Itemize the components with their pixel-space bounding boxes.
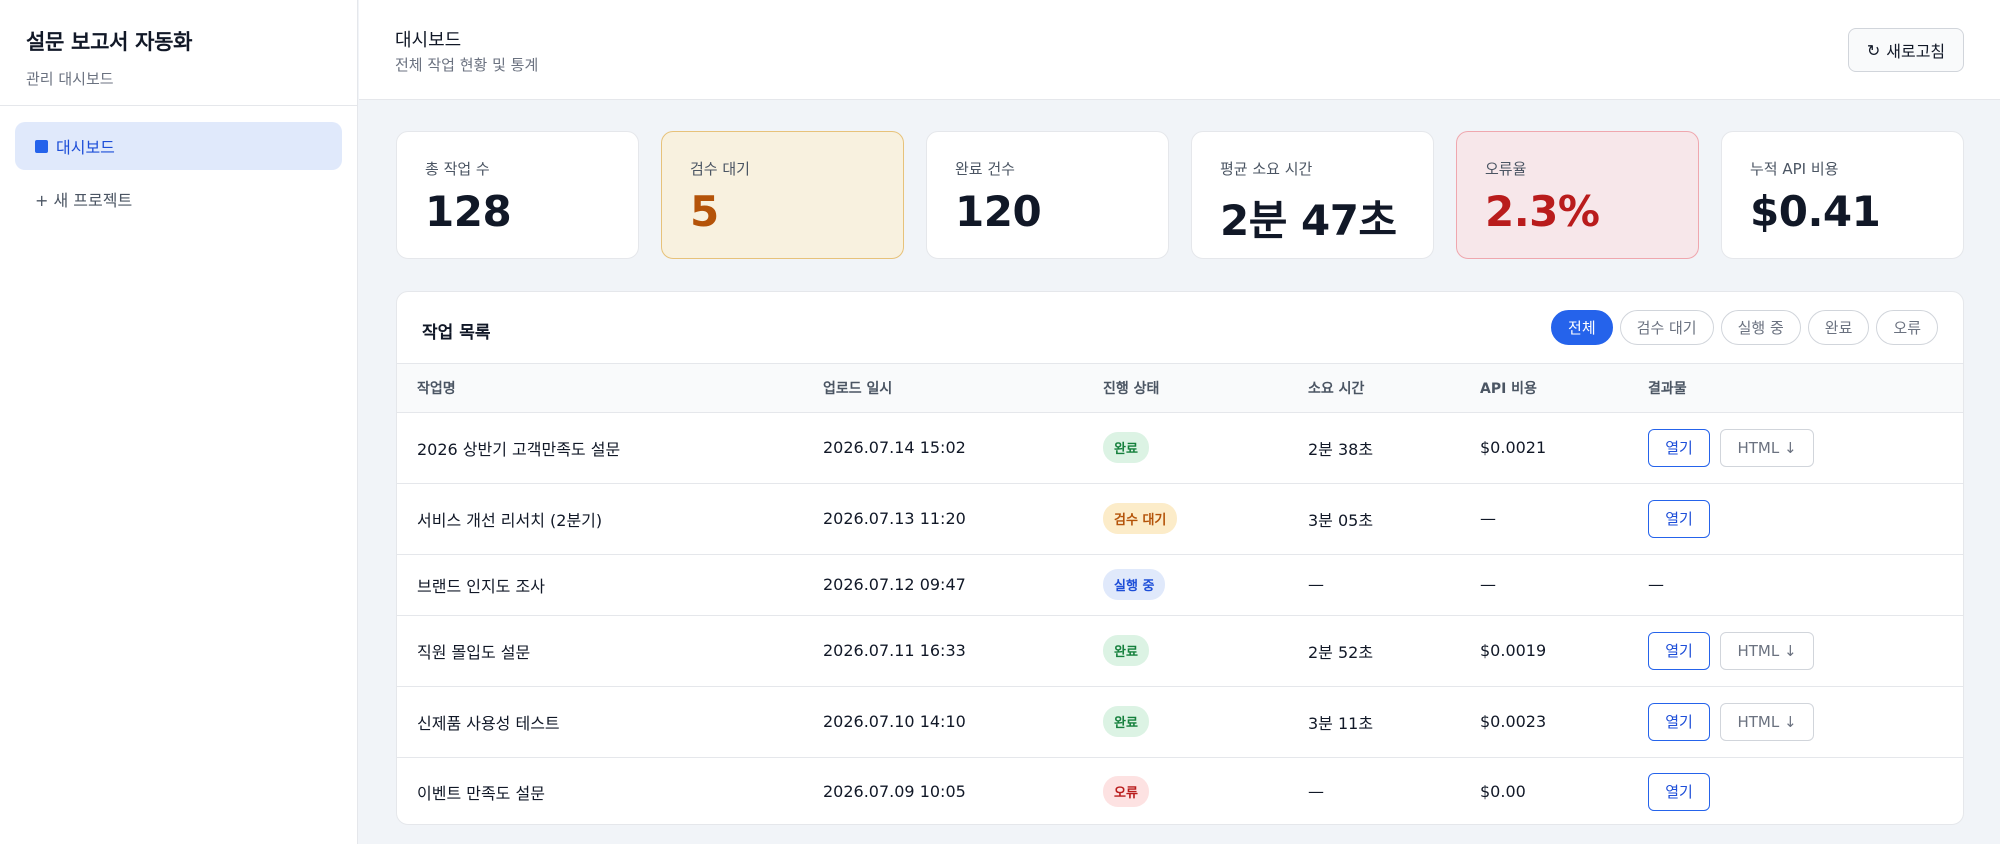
sidebar-item-label: + 새 프로젝트 bbox=[35, 191, 133, 210]
column-header[interactable]: 작업명 bbox=[397, 364, 803, 413]
task-duration: 3분 11초 bbox=[1288, 686, 1460, 758]
task-result: — bbox=[1628, 554, 1963, 616]
task-date: 2026.07.12 09:47 bbox=[803, 554, 1083, 616]
stat-value: 120 bbox=[955, 187, 1042, 236]
status-filters: 전체 검수 대기 실행 중 완료 오류 bbox=[1551, 310, 1938, 345]
status-badge: 오류 bbox=[1103, 776, 1149, 808]
stat-value: 2.3% bbox=[1485, 187, 1600, 236]
stat-label: 오류율 bbox=[1485, 160, 1527, 178]
task-table: 작업명 업로드 일시 진행 상태 소요 시간 API 비용 결과물 2026 상… bbox=[397, 364, 1963, 824]
page-subtitle: 전체 작업 현황 및 통계 bbox=[395, 56, 539, 74]
page-title: 대시보드 bbox=[395, 30, 462, 51]
sidebar-item-label: 대시보드 bbox=[56, 138, 115, 157]
stat-label: 완료 건수 bbox=[955, 160, 1015, 178]
filter-running[interactable]: 실행 중 bbox=[1720, 310, 1801, 345]
task-duration: 3분 05초 bbox=[1288, 483, 1460, 555]
stat-label: 평균 소요 시간 bbox=[1220, 160, 1313, 178]
sidebar-item-dashboard[interactable]: 대시보드 bbox=[15, 122, 342, 170]
html-download-button[interactable]: HTML ↓ bbox=[1720, 428, 1814, 467]
open-button[interactable]: 열기 bbox=[1648, 772, 1710, 811]
task-date: 2026.07.10 14:10 bbox=[803, 686, 1083, 758]
task-cost: $0.0023 bbox=[1460, 686, 1628, 758]
open-button[interactable]: 열기 bbox=[1648, 631, 1710, 670]
table-row[interactable]: 직원 몰입도 설문 2026.07.11 16:33 완료 2분 52초 $0.… bbox=[397, 615, 1963, 687]
open-button[interactable]: 열기 bbox=[1648, 428, 1710, 467]
sidebar-nav: 대시보드 + 새 프로젝트 bbox=[0, 106, 357, 239]
stat-label: 검수 대기 bbox=[690, 160, 750, 178]
table-row[interactable]: 브랜드 인지도 조사 2026.07.12 09:47 실행 중 — — — bbox=[397, 554, 1963, 616]
refresh-icon: ↻ bbox=[1866, 40, 1881, 60]
status-badge: 완료 bbox=[1103, 432, 1149, 463]
open-button[interactable]: 열기 bbox=[1648, 499, 1710, 538]
task-date: 2026.07.11 16:33 bbox=[803, 615, 1083, 687]
task-cost: — bbox=[1460, 554, 1628, 616]
app-subtitle: 관리 대시보드 bbox=[26, 70, 114, 88]
status-badge: 완료 bbox=[1103, 706, 1149, 737]
task-cost: $0.0019 bbox=[1460, 615, 1628, 687]
task-name: 2026 상반기 고객만족도 설문 bbox=[397, 412, 803, 484]
task-name: 신제품 사용성 테스트 bbox=[397, 686, 803, 758]
sidebar-item-new-project[interactable]: + 새 프로젝트 bbox=[15, 175, 342, 223]
page-header: 대시보드 전체 작업 현황 및 통계 ↻ 새로고침 bbox=[359, 0, 2000, 100]
stat-value: 2분 47초 bbox=[1220, 196, 1397, 245]
column-header[interactable]: 소요 시간 bbox=[1288, 364, 1460, 413]
sidebar: 설문 보고서 자동화 관리 대시보드 대시보드 + 새 프로젝트 bbox=[0, 0, 358, 844]
task-name: 서비스 개선 리서치 (2분기) bbox=[397, 483, 803, 555]
task-duration: — bbox=[1288, 554, 1460, 616]
stat-card-completed: 완료 건수 120 bbox=[926, 131, 1169, 259]
dashboard-square-icon bbox=[35, 139, 48, 153]
task-list-header: 작업 목록 전체 검수 대기 실행 중 완료 오류 bbox=[397, 292, 1963, 364]
task-list-title: 작업 목록 bbox=[422, 323, 491, 343]
task-name: 이벤트 만족도 설문 bbox=[417, 783, 545, 803]
stat-value: $0.41 bbox=[1750, 187, 1881, 236]
app-title: 설문 보고서 자동화 bbox=[26, 30, 193, 54]
task-list-panel: 작업 목록 전체 검수 대기 실행 중 완료 오류 작업명 업로드 일시 진행 … bbox=[396, 291, 1964, 825]
stat-card-avg-time: 평균 소요 시간 2분 47초 bbox=[1191, 131, 1434, 259]
refresh-button[interactable]: ↻ 새로고침 bbox=[1848, 28, 1964, 72]
status-badge: 완료 bbox=[1103, 635, 1149, 666]
stat-card-total: 총 작업 수 128 bbox=[396, 131, 639, 259]
table-row[interactable]: 신제품 사용성 테스트 2026.07.10 14:10 완료 3분 11초 $… bbox=[397, 686, 1963, 758]
status-badge: 실행 중 bbox=[1103, 569, 1166, 600]
task-cost: $0.00 bbox=[1480, 782, 1526, 802]
task-date: 2026.07.14 15:02 bbox=[803, 412, 1083, 484]
stats-row: 총 작업 수 128 검수 대기 5 완료 건수 120 평균 소요 시간 2분… bbox=[396, 131, 1964, 259]
table-row[interactable]: 2026 상반기 고객만족도 설문 2026.07.14 15:02 완료 2분… bbox=[397, 412, 1963, 484]
task-cost: — bbox=[1460, 483, 1628, 555]
refresh-label: 새로고침 bbox=[1886, 42, 1946, 61]
task-name: 직원 몰입도 설문 bbox=[397, 615, 803, 687]
task-duration: 2분 38초 bbox=[1288, 412, 1460, 484]
stat-value: 128 bbox=[425, 187, 512, 236]
task-date: 2026.07.09 10:05 bbox=[823, 782, 966, 802]
task-duration: — bbox=[1308, 782, 1324, 802]
column-header[interactable]: API 비용 bbox=[1460, 364, 1628, 413]
task-duration: 2분 52초 bbox=[1288, 615, 1460, 687]
stat-card-api-cost: 누적 API 비용 $0.41 bbox=[1721, 131, 1964, 259]
filter-completed[interactable]: 완료 bbox=[1807, 310, 1870, 345]
stat-label: 누적 API 비용 bbox=[1750, 160, 1839, 178]
filter-all[interactable]: 전체 bbox=[1551, 310, 1613, 345]
stat-card-error-rate: 오류율 2.3% bbox=[1456, 131, 1699, 259]
html-download-button[interactable]: HTML ↓ bbox=[1720, 702, 1814, 741]
stat-card-pending: 검수 대기 5 bbox=[661, 131, 904, 259]
stat-label: 총 작업 수 bbox=[425, 160, 490, 178]
task-cost: $0.0021 bbox=[1460, 412, 1628, 484]
table-row[interactable]: 이벤트 만족도 설문 2026.07.09 10:05 오류 — $0.00 열… bbox=[397, 757, 1963, 824]
html-download-button[interactable]: HTML ↓ bbox=[1720, 631, 1814, 670]
task-name: 브랜드 인지도 조사 bbox=[397, 554, 803, 616]
filter-error[interactable]: 오류 bbox=[1876, 310, 1938, 345]
column-header[interactable]: 업로드 일시 bbox=[803, 364, 1083, 413]
table-row[interactable]: 서비스 개선 리서치 (2분기) 2026.07.13 11:20 검수 대기 … bbox=[397, 483, 1963, 555]
status-badge: 검수 대기 bbox=[1103, 503, 1178, 534]
task-date: 2026.07.13 11:20 bbox=[803, 483, 1083, 555]
stat-value: 5 bbox=[690, 187, 719, 236]
table-header-row: 작업명 업로드 일시 진행 상태 소요 시간 API 비용 결과물 bbox=[397, 364, 1963, 413]
column-header[interactable]: 결과물 bbox=[1628, 364, 1963, 413]
open-button[interactable]: 열기 bbox=[1648, 702, 1710, 741]
column-header[interactable]: 진행 상태 bbox=[1083, 364, 1288, 413]
filter-pending[interactable]: 검수 대기 bbox=[1619, 310, 1714, 345]
brand: 설문 보고서 자동화 관리 대시보드 bbox=[0, 0, 357, 106]
